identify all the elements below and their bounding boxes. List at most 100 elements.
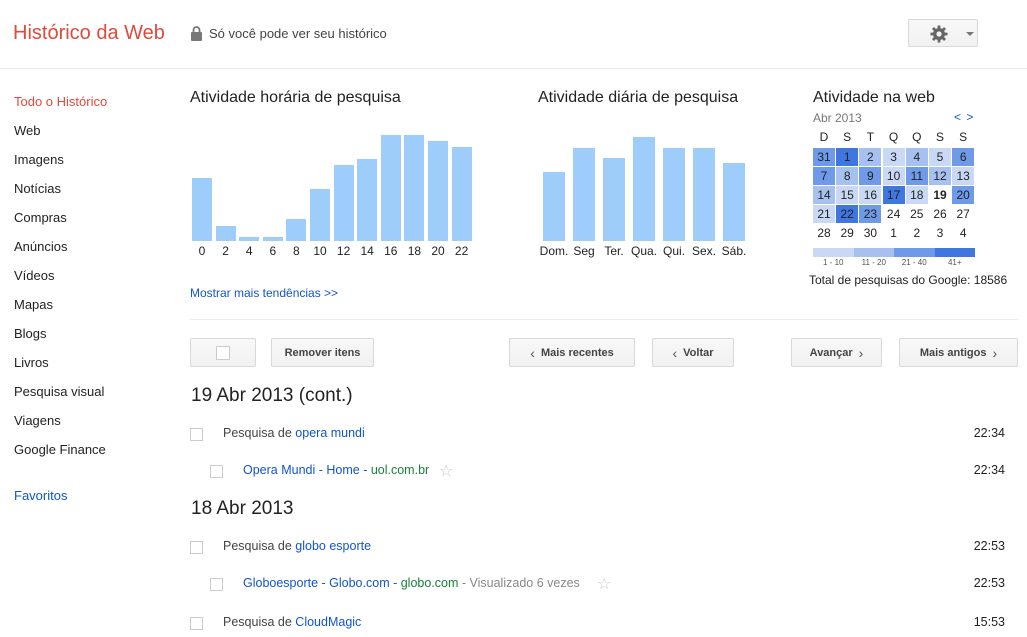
app-title[interactable]: Histórico da Web [13, 22, 165, 45]
chevron-left-icon: ‹ [672, 344, 678, 361]
calendar-day[interactable]: 27 [952, 205, 975, 223]
calendar-day[interactable]: 2 [859, 148, 882, 166]
star-icon[interactable]: ☆ [439, 461, 453, 481]
calendar-day[interactable]: 26 [929, 205, 951, 223]
calendar-day[interactable]: 3 [929, 224, 951, 242]
calendar-nav[interactable]: < > [954, 110, 974, 124]
sidebar-item-news[interactable]: Notícias [14, 181, 61, 196]
chart-bar [543, 172, 565, 241]
select-all-checkbox[interactable] [216, 345, 230, 360]
row-checkbox[interactable] [210, 465, 223, 478]
page-domain: uol.com.br [370, 463, 430, 477]
row-text: Opera Mundi - Home - uol.com.br [243, 463, 429, 477]
chart-bar [723, 163, 745, 241]
calendar-day[interactable]: 4 [952, 224, 975, 242]
calendar-day[interactable]: 2 [905, 224, 928, 242]
sidebar-item-videos[interactable]: Vídeos [14, 268, 54, 283]
calendar-legend-label: 41+ [947, 258, 962, 267]
date-heading: 18 Abr 2013 [191, 498, 294, 519]
row-text: Pesquisa de opera mundi [223, 426, 365, 440]
row-checkbox[interactable] [190, 541, 203, 554]
sidebar-item-blogs[interactable]: Blogs [14, 326, 47, 341]
calendar-day[interactable]: 28 [813, 224, 835, 242]
calendar-day[interactable]: 7 [813, 167, 835, 185]
calendar-day[interactable]: 15 [836, 186, 859, 204]
more-trends-link[interactable]: Mostrar mais tendências >> [190, 286, 338, 300]
calendar-day[interactable]: 17 [882, 186, 905, 204]
calendar-day[interactable]: 29 [836, 224, 859, 242]
calendar-day[interactable]: 20 [952, 186, 975, 204]
calendar-legend-label: 11 - 20 [861, 258, 886, 267]
calendar-day[interactable]: 11 [905, 167, 928, 185]
search-query-link[interactable]: opera mundi [295, 426, 365, 440]
chart-bar [693, 148, 715, 241]
sidebar-item-ads[interactable]: Anúncios [14, 239, 67, 254]
chart-bar [310, 189, 330, 241]
sidebar-item-web[interactable]: Web [14, 123, 41, 138]
sidebar-item-maps[interactable]: Mapas [14, 297, 53, 312]
chart-bar [262, 237, 283, 241]
sidebar-item-shopping[interactable]: Compras [14, 210, 67, 225]
older-button[interactable]: Mais antigos › [899, 338, 1018, 367]
calendar-day[interactable]: 3 [882, 148, 905, 166]
page-title-link[interactable]: Globoesporte - Globo.com [243, 576, 390, 590]
search-prefix: Pesquisa de [223, 539, 292, 553]
sidebar-item-visual-search[interactable]: Pesquisa visual [14, 384, 104, 399]
chart-bar [451, 147, 472, 241]
separator: - [389, 576, 401, 590]
sidebar-item-travel[interactable]: Viagens [14, 413, 61, 428]
calendar-day[interactable]: 22 [836, 205, 859, 223]
calendar-day[interactable]: 19 [929, 186, 951, 204]
calendar-day[interactable]: 6 [952, 148, 975, 166]
older-label: Mais antigos [919, 346, 987, 359]
sidebar-item-finance[interactable]: Google Finance [14, 442, 106, 457]
search-query-link[interactable]: CloudMagic [295, 615, 361, 629]
forward-button[interactable]: Avançar › [791, 338, 882, 367]
calendar-day[interactable]: 4 [905, 148, 928, 166]
calendar-day[interactable]: 23 [859, 205, 882, 223]
settings-button[interactable] [908, 19, 978, 47]
date-heading: 19 Abr 2013 (cont.) [191, 385, 353, 406]
sidebar-item-favorites[interactable]: Favoritos [14, 488, 67, 503]
calendar-day[interactable]: 25 [905, 205, 928, 223]
row-checkbox[interactable] [190, 617, 203, 630]
calendar-day[interactable]: 1 [882, 224, 905, 242]
remove-items-label: Remover itens [284, 346, 361, 359]
sidebar-item-images[interactable]: Imagens [14, 152, 64, 167]
remove-items-button[interactable]: Remover itens [271, 338, 374, 367]
calendar-day[interactable]: 13 [952, 167, 975, 185]
calendar-day[interactable]: 8 [836, 167, 859, 185]
calendar-day[interactable]: 5 [929, 148, 951, 166]
calendar-day[interactable]: 10 [882, 167, 905, 185]
calendar-day[interactable]: 16 [859, 186, 882, 204]
calendar-day[interactable]: 31 [813, 148, 835, 166]
page-title-link[interactable]: Opera Mundi - Home [243, 463, 360, 477]
chart-bar [663, 148, 685, 241]
sidebar-item-books[interactable]: Livros [14, 355, 49, 370]
calendar-day[interactable]: 12 [929, 167, 951, 185]
row-checkbox[interactable] [210, 578, 223, 591]
chevron-left-icon: ‹ [530, 344, 535, 361]
row-time: 22:34 [973, 463, 1005, 477]
calendar-day[interactable]: 9 [859, 167, 882, 185]
back-label: Voltar [683, 346, 714, 359]
calendar-day[interactable]: 30 [859, 224, 882, 242]
calendar-day[interactable]: 21 [813, 205, 835, 223]
calendar-day[interactable]: 24 [882, 205, 905, 223]
privacy-note: Só você pode ver seu histórico [190, 26, 387, 41]
calendar-day[interactable]: 18 [905, 186, 928, 204]
chart-bar [333, 165, 354, 241]
newer-button[interactable]: ‹ Mais recentes [509, 338, 635, 367]
star-icon[interactable]: ☆ [597, 574, 611, 594]
row-time: 22:34 [973, 426, 1005, 440]
calendar-day[interactable]: 14 [813, 186, 835, 204]
select-all-button[interactable] [190, 338, 256, 367]
row-checkbox[interactable] [190, 428, 203, 441]
search-query-link[interactable]: globo esporte [295, 539, 371, 553]
chevron-right-icon: › [858, 344, 864, 361]
back-button[interactable]: ‹ Voltar [652, 338, 734, 367]
calendar-weekday: S [959, 130, 968, 144]
view-count: - Visualizado 6 vezes [458, 576, 580, 590]
sidebar-item-all-history[interactable]: Todo o Histórico [14, 94, 107, 109]
calendar-day[interactable]: 1 [836, 148, 859, 166]
